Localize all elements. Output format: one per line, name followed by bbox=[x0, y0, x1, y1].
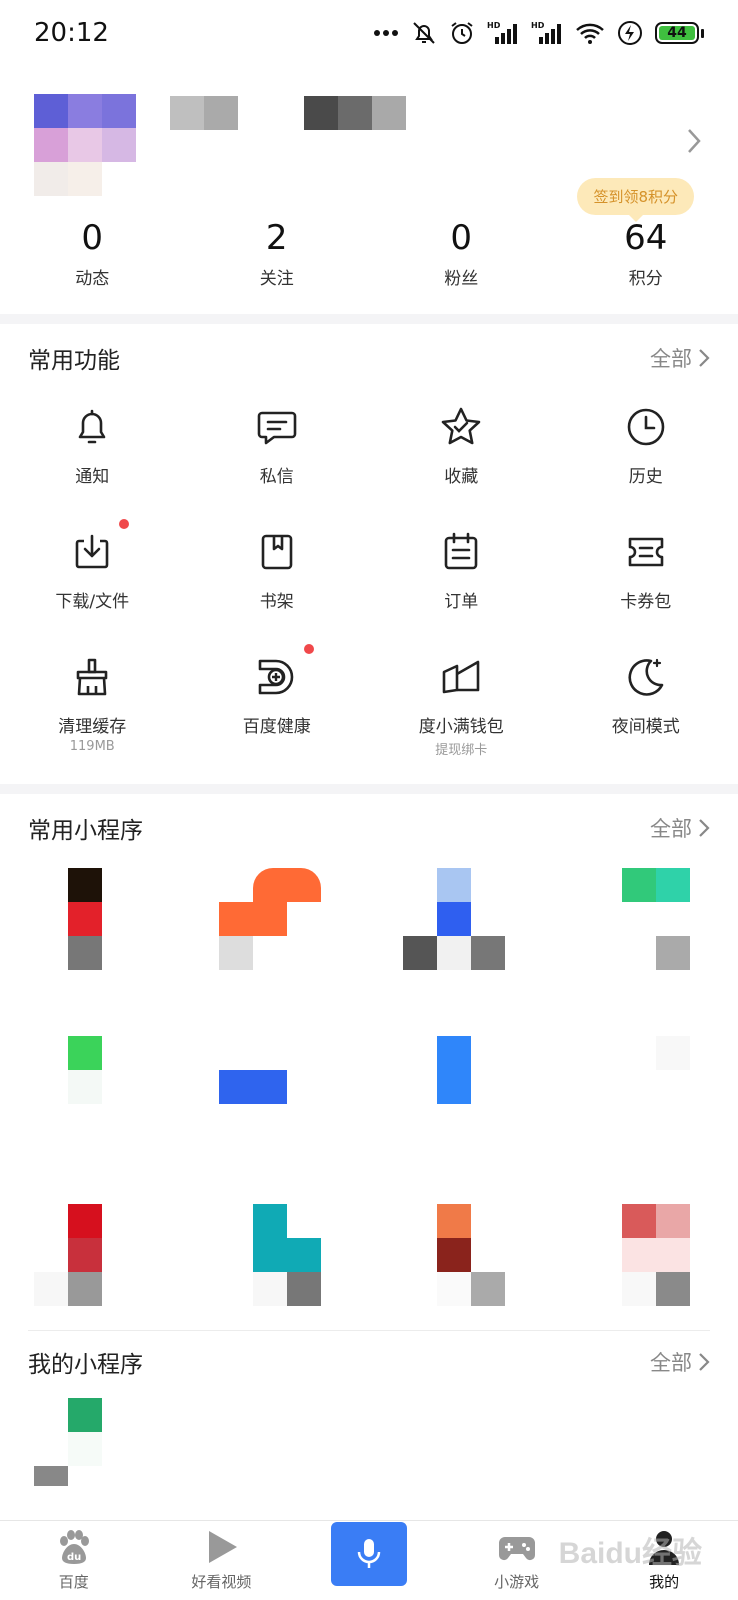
divider bbox=[28, 1330, 710, 1331]
mini-program-item[interactable] bbox=[185, 1036, 370, 1204]
status-bar: 20:12 HD HD 44 bbox=[0, 0, 738, 66]
see-all-link[interactable]: 全部 bbox=[650, 343, 710, 373]
mini-program-item[interactable] bbox=[369, 1036, 554, 1204]
baidu-paw-icon: du bbox=[59, 1530, 89, 1564]
chevron-right-icon bbox=[699, 819, 710, 837]
wallet-icon bbox=[442, 660, 480, 694]
user-icon bbox=[649, 1531, 680, 1565]
see-all-link[interactable]: 全部 bbox=[650, 813, 710, 843]
func-duxiaoman-wallet[interactable]: 度小满钱包 提现绑卡 bbox=[369, 652, 554, 777]
chevron-right-icon bbox=[699, 349, 710, 367]
nav-voice-search[interactable] bbox=[295, 1521, 443, 1600]
svg-text:HD: HD bbox=[531, 21, 545, 30]
func-orders[interactable]: 订单 bbox=[369, 527, 554, 652]
common-functions-card: 常用功能 全部 通知 私信 收藏 历史 下载/文件 书架 订单 卡券包 清理缓存… bbox=[0, 324, 738, 784]
see-all-link[interactable]: 全部 bbox=[650, 1347, 710, 1377]
section-title: 常用功能 bbox=[28, 348, 120, 374]
func-private-message[interactable]: 私信 bbox=[185, 402, 370, 527]
profile-header[interactable]: 签到领8积分 0 动态 2 关注 0 粉丝 64 积分 bbox=[0, 66, 738, 314]
message-icon bbox=[257, 411, 297, 445]
section-title: 我的小程序 bbox=[28, 1352, 143, 1378]
hd-signal-icon: HD bbox=[531, 21, 561, 44]
mute-icon bbox=[413, 22, 435, 44]
chevron-right-icon bbox=[699, 1353, 710, 1371]
func-coupons[interactable]: 卡券包 bbox=[554, 527, 738, 652]
notification-dot bbox=[119, 519, 130, 529]
nav-haokan-video[interactable]: 好看视频 bbox=[148, 1521, 296, 1600]
avatar[interactable] bbox=[34, 94, 136, 196]
func-downloads[interactable]: 下载/文件 bbox=[0, 519, 185, 652]
stat-points[interactable]: 64 积分 bbox=[554, 216, 738, 289]
cache-size: 119MB bbox=[69, 739, 115, 754]
sign-in-badge[interactable]: 签到领8积分 bbox=[577, 178, 694, 222]
section-header: 常用小程序 全部 bbox=[28, 808, 710, 848]
moon-icon bbox=[628, 658, 664, 696]
status-icons: HD HD 44 bbox=[373, 20, 704, 46]
stat-posts[interactable]: 0 动态 bbox=[0, 216, 185, 289]
clock-icon bbox=[627, 408, 665, 446]
mini-program-item[interactable] bbox=[0, 1036, 185, 1204]
star-icon bbox=[441, 407, 481, 445]
func-baidu-health[interactable]: 百度健康 bbox=[185, 644, 370, 777]
section-title: 常用小程序 bbox=[28, 818, 143, 844]
username[interactable] bbox=[170, 96, 406, 130]
svg-text:du: du bbox=[67, 1552, 81, 1563]
svg-text:HD: HD bbox=[487, 21, 501, 30]
wifi-icon bbox=[576, 23, 604, 44]
func-night-mode[interactable]: 夜间模式 bbox=[554, 652, 738, 777]
battery-icon: 44 bbox=[655, 22, 704, 44]
order-icon bbox=[444, 532, 478, 570]
section-header: 我的小程序 全部 bbox=[28, 1342, 710, 1382]
func-history[interactable]: 历史 bbox=[554, 402, 738, 527]
download-icon bbox=[75, 534, 109, 569]
nav-me[interactable]: 我的 bbox=[590, 1521, 738, 1600]
wallet-subtitle: 提现绑卡 bbox=[435, 743, 488, 758]
common-mini-programs-card: 常用小程序 全部 我的小程序 全部 bbox=[0, 794, 738, 1520]
gamepad-icon bbox=[498, 1537, 535, 1560]
battery-level: 44 bbox=[659, 26, 695, 40]
notification-dot bbox=[303, 644, 314, 654]
mini-program-item[interactable] bbox=[554, 868, 738, 1036]
more-dots-icon bbox=[374, 30, 398, 36]
health-icon bbox=[258, 659, 294, 695]
alarm-icon bbox=[451, 22, 473, 44]
common-mini-program-grid bbox=[0, 868, 738, 1372]
stat-followers[interactable]: 0 粉丝 bbox=[369, 216, 554, 289]
bottom-navigation: du 百度 好看视频 小游戏 我的 bbox=[0, 1520, 738, 1600]
hd-signal-icon: HD bbox=[487, 21, 517, 44]
coupon-icon bbox=[628, 537, 664, 567]
chevron-right-icon[interactable] bbox=[684, 126, 704, 156]
mini-program-item[interactable] bbox=[185, 868, 370, 1036]
mini-program-item[interactable] bbox=[554, 1036, 738, 1204]
play-icon bbox=[209, 1531, 238, 1563]
function-grid: 通知 私信 收藏 历史 下载/文件 书架 订单 卡券包 清理缓存 119MB 百… bbox=[0, 402, 738, 777]
microphone-icon bbox=[357, 1539, 381, 1568]
nav-mini-games[interactable]: 小游戏 bbox=[443, 1521, 591, 1600]
func-clear-cache[interactable]: 清理缓存 119MB bbox=[0, 652, 185, 777]
func-favorites[interactable]: 收藏 bbox=[369, 402, 554, 527]
bell-icon bbox=[78, 409, 106, 444]
book-icon bbox=[261, 534, 293, 570]
mini-program-item[interactable] bbox=[0, 868, 185, 1036]
broom-icon bbox=[76, 658, 108, 696]
charging-icon bbox=[618, 21, 642, 45]
section-header: 常用功能 全部 bbox=[28, 338, 710, 378]
profile-stats: 0 动态 2 关注 0 粉丝 64 积分 bbox=[0, 216, 738, 289]
status-time: 20:12 bbox=[34, 18, 109, 48]
nav-baidu[interactable]: du 百度 bbox=[0, 1521, 148, 1600]
stat-following[interactable]: 2 关注 bbox=[185, 216, 370, 289]
func-notification[interactable]: 通知 bbox=[0, 402, 185, 527]
func-bookshelf[interactable]: 书架 bbox=[185, 527, 370, 652]
mini-program-item[interactable] bbox=[369, 868, 554, 1036]
